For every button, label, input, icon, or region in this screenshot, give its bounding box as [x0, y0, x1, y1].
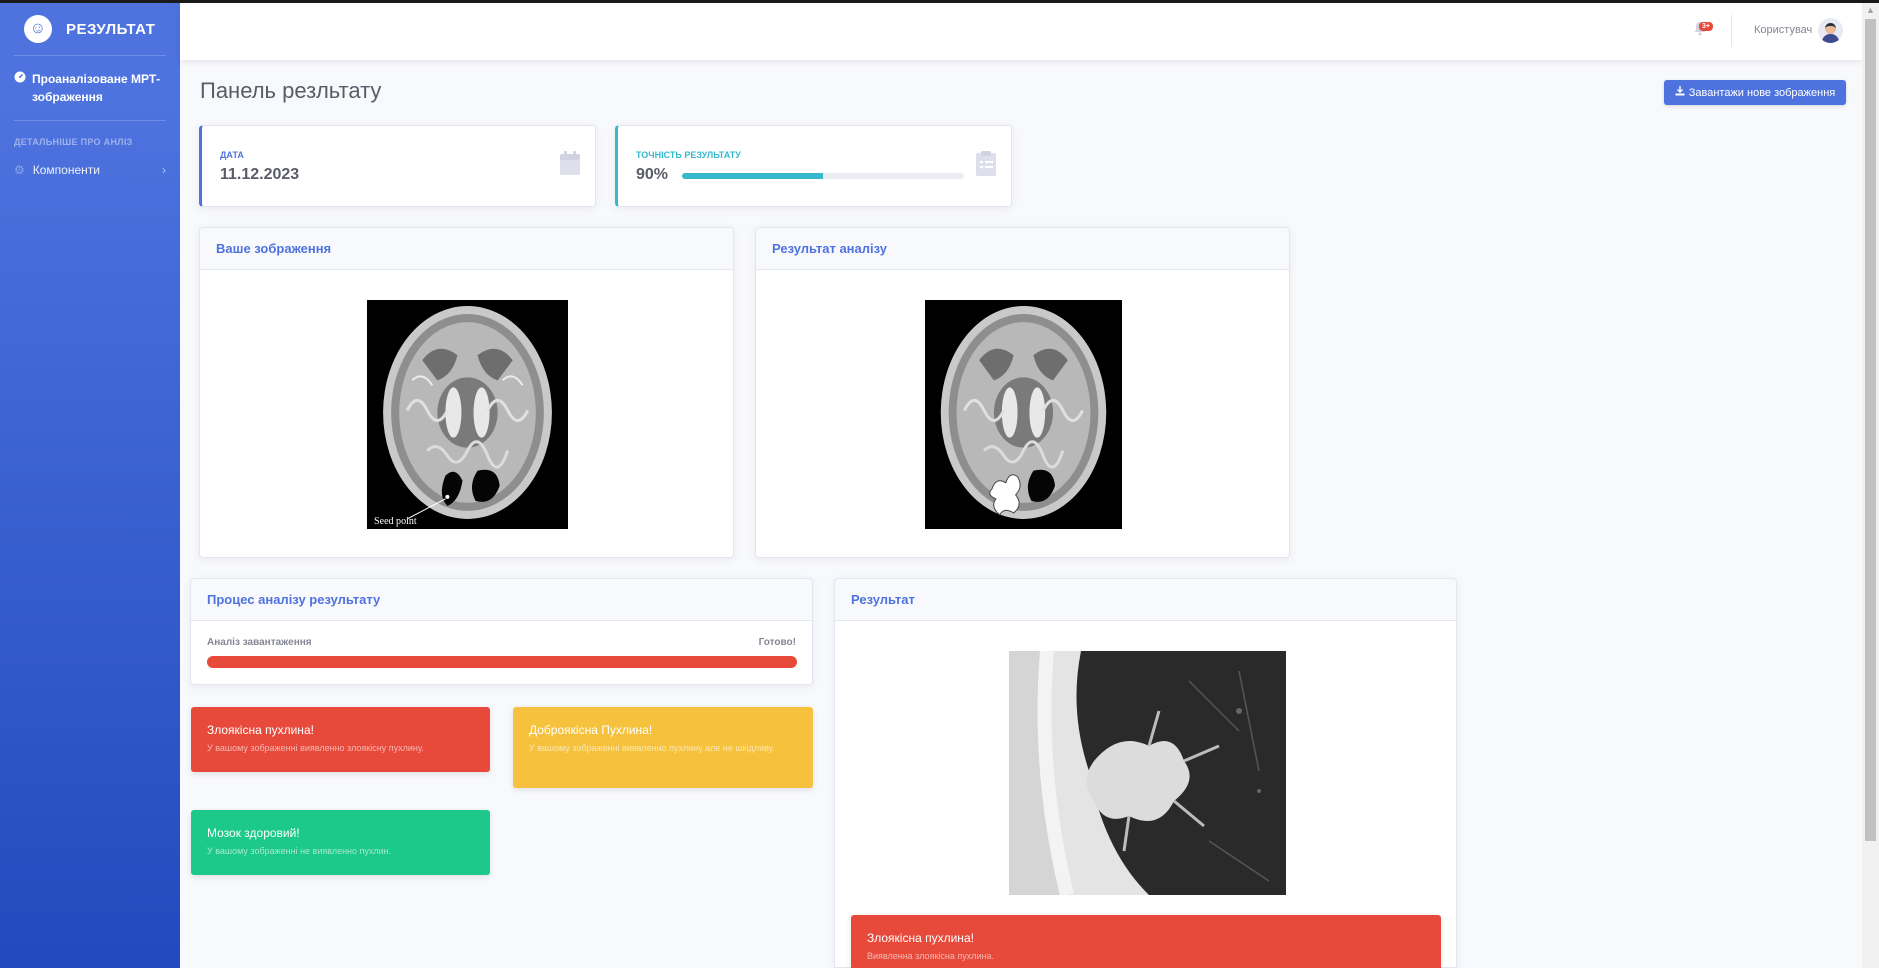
- healthy-alert: Мозок здоровий! У вашому зображенні не в…: [191, 810, 490, 875]
- sidebar-heading: ДЕТАЛЬНІШЕ ПРО АНЛІЗ: [14, 137, 133, 147]
- result-ct-image: [1009, 650, 1286, 897]
- alert-title: Злоякісна пухлина!: [207, 723, 314, 737]
- scrollbar[interactable]: ▲: [1862, 3, 1879, 968]
- alert-title: Злоякісна пухлина!: [867, 931, 974, 945]
- alert-text: У вашому зображенні виявленно злоякісну …: [207, 743, 424, 753]
- user-name[interactable]: Користувач: [1754, 24, 1812, 36]
- sidebar-item-components[interactable]: ⚙ Компоненти ›: [0, 153, 180, 187]
- date-card: ДАТА 11.12.2023: [199, 125, 596, 207]
- laugh-wink-icon: ☺: [20, 11, 56, 47]
- sidebar-brand[interactable]: ☺ РЕЗУЛЬТАТ: [0, 3, 180, 55]
- accuracy-progress-bar: [682, 173, 964, 179]
- date-value: 11.12.2023: [220, 166, 300, 183]
- clipboard-list-icon: [975, 150, 997, 176]
- process-title: Процес аналізу результату: [191, 579, 812, 621]
- date-label: ДАТА: [220, 150, 244, 160]
- your-image-title: Ваше зображення: [200, 228, 733, 270]
- sidebar: ☺ РЕЗУЛЬТАТ Проаналізоване МРТ-зображенн…: [0, 3, 180, 968]
- dashboard-icon: [14, 70, 26, 106]
- analysis-process-panel: Процес аналізу результату Аналіз заванта…: [190, 578, 813, 685]
- analysis-mri-image: [925, 300, 1122, 529]
- avatar[interactable]: [1818, 18, 1843, 43]
- process-status: Готово!: [758, 637, 796, 648]
- result-title: Результат: [835, 579, 1456, 621]
- result-malignant-alert: Злоякісна пухлина! Виявленна злоякісна п…: [851, 915, 1441, 968]
- chevron-right-icon: ›: [162, 163, 166, 177]
- svg-text:Seed point: Seed point: [374, 516, 417, 527]
- analysis-result-panel: Результат аналізу: [755, 227, 1290, 558]
- analysis-result-title: Результат аналізу: [756, 228, 1289, 270]
- upload-new-image-button[interactable]: Завантажи нове зображення: [1664, 80, 1846, 105]
- page-title: Панель резльтату: [200, 78, 382, 103]
- sidebar-item-label: Компоненти: [32, 163, 100, 177]
- gear-icon: ⚙: [14, 163, 25, 177]
- scroll-up-arrow-icon[interactable]: ▲: [1866, 5, 1875, 15]
- download-icon: [1675, 86, 1685, 99]
- malignant-alert: Злоякісна пухлина! У вашому зображенні в…: [191, 707, 490, 772]
- topbar-divider: [1731, 15, 1732, 47]
- notification-badge: 3+: [1699, 22, 1713, 31]
- accuracy-progress-fill: [682, 173, 823, 179]
- alert-text: Виявленна злоякісна пухлина.: [867, 951, 994, 961]
- calendar-icon: [559, 150, 581, 176]
- result-panel: Результат Злоякісна пухлина! Виявленна з…: [834, 578, 1457, 968]
- your-image-panel: Ваше зображення Seed point: [199, 227, 734, 558]
- brand-name: РЕЗУЛЬТАТ: [66, 20, 156, 38]
- alert-title: Мозок здоровий!: [207, 826, 300, 840]
- accuracy-card: ТОЧНІСТЬ РЕЗУЛЬТАТУ 90%: [615, 125, 1012, 207]
- sidebar-item-label: Проаналізоване МРТ-зображення: [32, 72, 161, 104]
- process-label: Аналіз завантаження: [207, 637, 312, 648]
- sidebar-item-analyzed-mri[interactable]: Проаналізоване МРТ-зображення: [0, 56, 180, 120]
- accuracy-value: 90%: [636, 166, 669, 183]
- alert-title: Доброякісна Пухлина!: [529, 723, 653, 737]
- alert-text: У вашому зображенні не виявленно пухлин.: [207, 846, 392, 856]
- original-mri-image: Seed point: [367, 300, 568, 529]
- alert-text: У вашому зображенні виявленно пухлину ал…: [529, 743, 775, 753]
- scrollbar-thumb[interactable]: [1865, 19, 1876, 841]
- benign-alert: Доброякісна Пухлина! У вашому зображенні…: [513, 707, 813, 788]
- upload-button-label: Завантажи нове зображення: [1688, 86, 1836, 99]
- topbar: 3+ Користувач: [180, 3, 1862, 60]
- accuracy-label: ТОЧНІСТЬ РЕЗУЛЬТАТУ: [636, 150, 741, 160]
- process-progress-bar: [207, 656, 797, 668]
